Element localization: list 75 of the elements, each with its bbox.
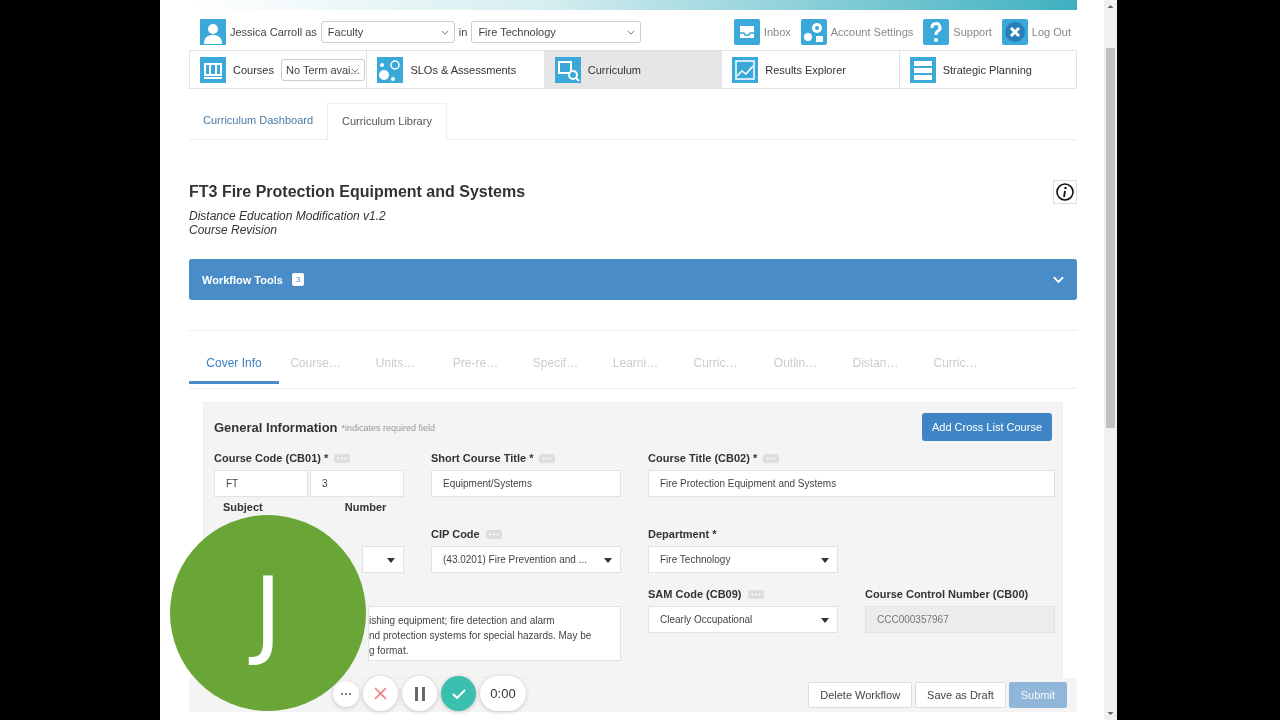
help-icon[interactable] xyxy=(923,19,950,45)
close-icon[interactable] xyxy=(1001,19,1028,45)
more-icon[interactable] xyxy=(485,529,502,539)
chevron-icon xyxy=(1053,275,1064,284)
magnifier-icon xyxy=(554,56,581,83)
bubbles-icon xyxy=(377,56,404,83)
control-number-field: CCC000357967 xyxy=(865,606,1055,633)
workflow-label: Workflow Tools xyxy=(202,273,283,286)
action-button[interactable]: Delete Workflow xyxy=(808,682,913,708)
columns-icon xyxy=(200,56,226,83)
inbox-icon[interactable] xyxy=(733,19,760,45)
nav-tab[interactable]: Curriculum xyxy=(544,51,723,88)
section-tab[interactable]: Cover Info xyxy=(189,348,279,384)
course-subtitle: Distance Education Modification v1.2 xyxy=(189,209,387,223)
header-link[interactable]: Support xyxy=(953,26,992,38)
scrollbar[interactable] xyxy=(1104,0,1117,720)
more-icon[interactable] xyxy=(763,453,780,463)
user-icon xyxy=(200,19,226,45)
chart-icon xyxy=(732,56,759,83)
close-icon xyxy=(374,687,387,700)
nav-tab[interactable]: Courses No Term avai... xyxy=(190,51,368,88)
sub-tab[interactable]: Curriculum Library xyxy=(327,103,447,140)
caret-icon xyxy=(821,618,829,623)
required-note: *indicates required field xyxy=(341,423,436,433)
caret-icon xyxy=(387,558,395,563)
chevron-icon xyxy=(627,30,636,35)
more-icon xyxy=(341,692,351,695)
dropdown[interactable]: (43.0201) Fire Prevention and ... xyxy=(431,546,621,573)
subject-field[interactable]: FT xyxy=(214,470,308,497)
dropdown[interactable]: Clearly Occupational xyxy=(648,606,838,633)
more-icon[interactable] xyxy=(334,453,351,463)
caret-icon xyxy=(604,558,612,563)
nav-tab[interactable]: SLOs & Assessments xyxy=(367,51,545,88)
header-link[interactable]: Log Out xyxy=(1031,26,1071,38)
subject-label: Subject xyxy=(223,501,263,513)
field-label: SAM Code (CB09) xyxy=(648,588,742,600)
chevron-icon xyxy=(440,30,449,35)
field-label: Department * xyxy=(648,528,717,540)
field-label: Course Title (CB02) * xyxy=(648,452,758,464)
number-label: Number xyxy=(344,501,387,513)
more-icon[interactable] xyxy=(747,589,764,599)
chevron-icon xyxy=(350,67,359,73)
field-label: Short Course Title * xyxy=(431,452,534,464)
header-link[interactable]: Inbox xyxy=(763,26,791,38)
dropdown[interactable] xyxy=(362,546,404,573)
header-link[interactable]: Account Settings xyxy=(830,26,914,38)
sub-tab[interactable]: Curriculum Dashboard xyxy=(189,103,328,139)
text-field[interactable]: Fire Protection Equipment and Systems xyxy=(648,470,1055,497)
pause-icon xyxy=(414,686,425,701)
section-title: General Information xyxy=(214,419,338,435)
info-icon[interactable] xyxy=(1053,180,1077,204)
course-title: FT3 Fire Protection Equipment and Systems xyxy=(189,182,526,202)
more-icon[interactable] xyxy=(539,453,556,463)
field-label: Course Control Number (CB00) xyxy=(865,588,1029,600)
in-label: in xyxy=(458,26,468,38)
workflow-tools-bar[interactable]: Workflow Tools 3 xyxy=(189,259,1077,300)
text-field[interactable]: Equipment/Systems xyxy=(431,470,621,497)
bars-icon xyxy=(909,56,936,83)
term-select[interactable]: No Term avai... xyxy=(280,58,365,81)
add-cross-list-button[interactable]: Add Cross List Course xyxy=(921,413,1052,441)
number-field[interactable]: 3 xyxy=(310,470,404,497)
user-name: Jessica Carroll as xyxy=(230,26,317,38)
unit-select[interactable]: Fire Technology xyxy=(471,21,642,43)
field-label: Course Code (CB01) * xyxy=(214,452,329,464)
dropdown[interactable]: Fire Technology xyxy=(648,546,838,573)
caret-icon xyxy=(821,558,829,563)
action-button[interactable]: Save as Draft xyxy=(915,682,1006,708)
check-icon xyxy=(451,688,466,699)
nav-tab[interactable]: Results Explorer xyxy=(722,51,900,88)
role-select[interactable]: Faculty xyxy=(320,21,455,43)
field-label: CIP Code xyxy=(431,528,480,540)
count-badge: 3 xyxy=(291,273,305,286)
nav-tab[interactable]: Strategic Planning xyxy=(899,51,1077,88)
description-field[interactable]: ishing equipment; fire detection and alarm nd protection systems for special hazards. May be g format. xyxy=(368,606,621,661)
course-type: Course Revision xyxy=(189,223,279,237)
